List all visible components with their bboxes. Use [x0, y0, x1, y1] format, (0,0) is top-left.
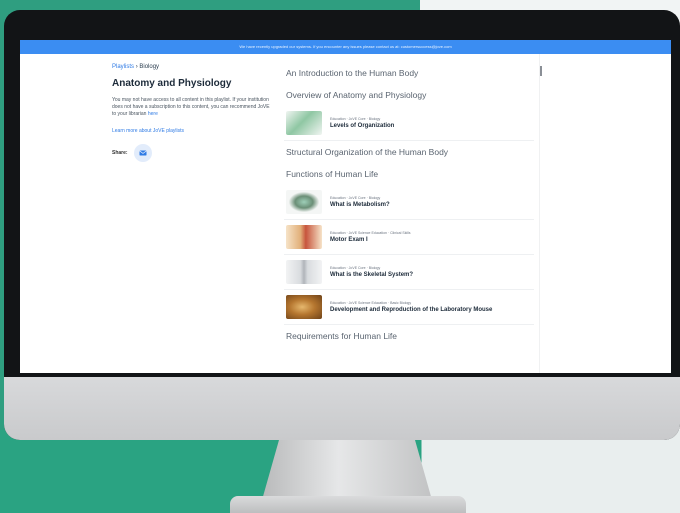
- video-title[interactable]: What is Metabolism?: [330, 202, 390, 208]
- video-thumbnail[interactable]: [286, 111, 322, 135]
- video-thumbnail[interactable]: [286, 295, 322, 319]
- video-title[interactable]: Development and Reproduction of the Labo…: [330, 307, 492, 313]
- video-tags: Education · JoVE Science Education · Cli…: [330, 231, 411, 235]
- video-tags: Education · JoVE Core · Biology: [330, 266, 381, 270]
- section-heading[interactable]: Overview of Anatomy and Physiology: [284, 84, 534, 106]
- access-notice: You may not have access to all content i…: [112, 97, 272, 118]
- video-title[interactable]: Motor Exam I: [330, 237, 411, 243]
- breadcrumb-current: Biology: [139, 64, 160, 70]
- section-heading[interactable]: Structural Organization of the Human Bod…: [284, 141, 534, 163]
- page-title: Anatomy and Physiology: [112, 78, 232, 89]
- scrollbar-thumb[interactable]: [540, 66, 542, 76]
- video-title[interactable]: What is the Skeletal System?: [330, 272, 413, 278]
- breadcrumb: Playlists › Biology: [112, 64, 282, 70]
- learn-more-link[interactable]: Learn more about JoVE playlists: [112, 128, 282, 134]
- share-label: Share:: [112, 150, 128, 156]
- librarian-link[interactable]: here: [148, 111, 158, 117]
- video-tags: Education · JoVE Science Education · Bas…: [330, 301, 412, 305]
- email-icon: [138, 150, 147, 156]
- playlist-sidebar: Playlists › Biology Anatomy and Physiolo…: [112, 64, 282, 162]
- access-notice-text: You may not have access to all content i…: [112, 97, 270, 117]
- playlist-content: An Introduction to the Human Body Overvi…: [284, 62, 534, 347]
- email-share-button[interactable]: [133, 144, 152, 162]
- video-item[interactable]: Education · JoVE Core · Biology What is …: [284, 255, 534, 290]
- screen: We have recently upgraded our systems. I…: [20, 40, 671, 373]
- section-heading[interactable]: An Introduction to the Human Body: [284, 62, 534, 84]
- breadcrumb-separator: ›: [135, 64, 138, 70]
- monitor-stand: [262, 440, 432, 500]
- video-thumbnail[interactable]: [286, 260, 322, 284]
- column-divider: [539, 54, 540, 373]
- section-heading[interactable]: Functions of Human Life: [284, 163, 534, 185]
- video-thumbnail[interactable]: [286, 190, 322, 214]
- video-item[interactable]: Education · JoVE Science Education · Bas…: [284, 290, 534, 325]
- video-item[interactable]: Education · JoVE Core · Biology What is …: [284, 185, 534, 220]
- share-row: Share:: [112, 144, 282, 162]
- video-item[interactable]: Education · JoVE Science Education · Cli…: [284, 220, 534, 255]
- monitor-stand-base: [230, 496, 466, 513]
- breadcrumb-playlists-link[interactable]: Playlists: [112, 64, 134, 70]
- monitor-chin: [4, 377, 680, 440]
- video-title[interactable]: Levels of Organization: [330, 123, 394, 129]
- notice-banner: We have recently upgraded our systems. I…: [20, 40, 671, 54]
- video-tags: Education · JoVE Core · Biology: [330, 196, 381, 200]
- section-heading[interactable]: Requirements for Human Life: [284, 325, 534, 347]
- video-thumbnail[interactable]: [286, 225, 322, 249]
- video-tags: Education · JoVE Core · Biology: [330, 117, 381, 121]
- video-item[interactable]: Education · JoVE Core · Biology Levels o…: [284, 106, 534, 141]
